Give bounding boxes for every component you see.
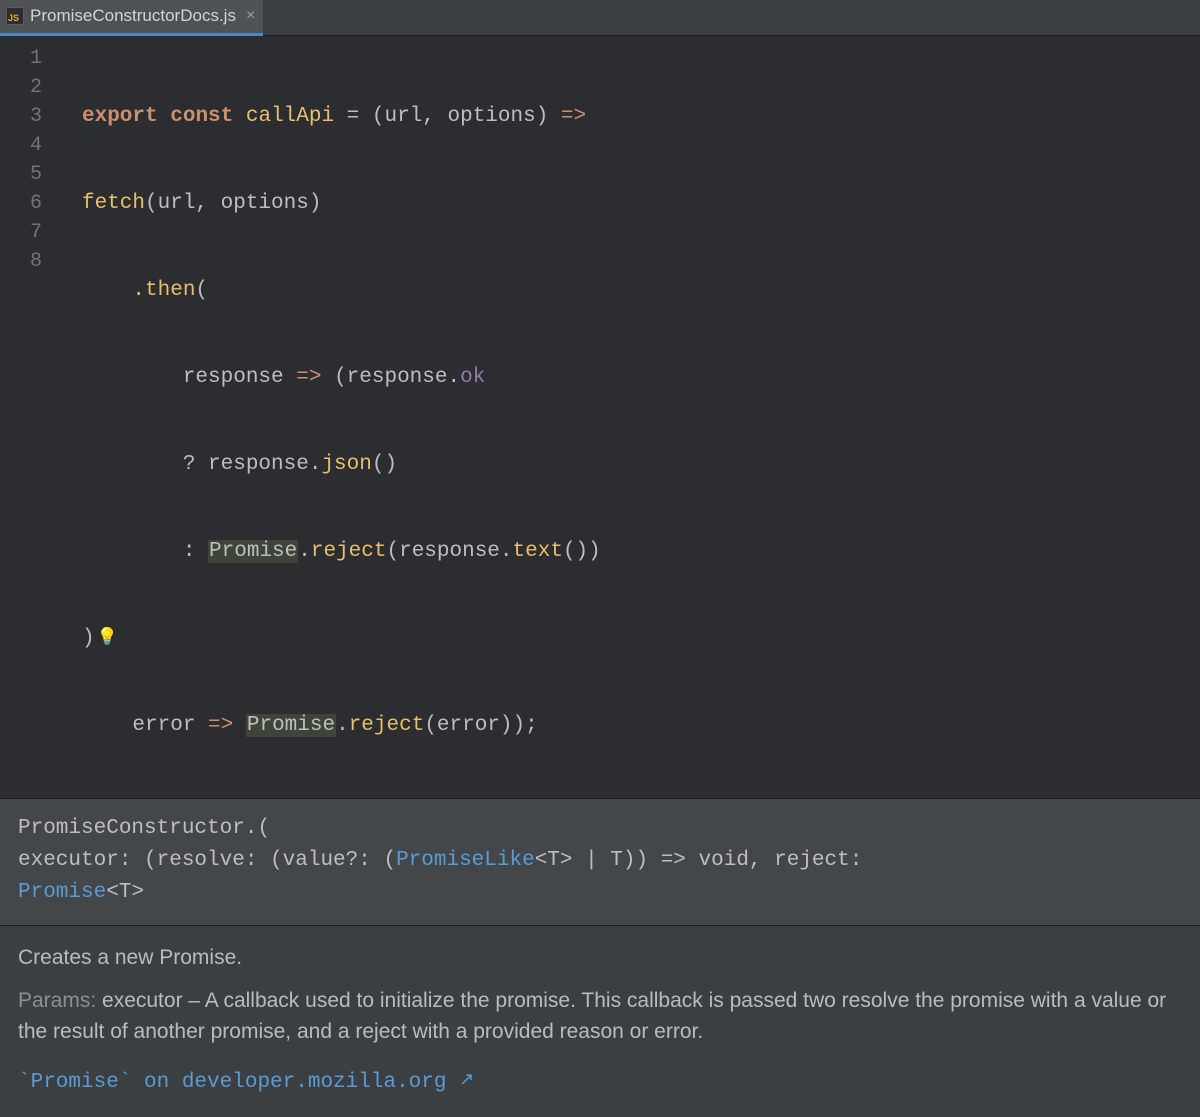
params-label: Params: — [18, 989, 96, 1012]
intention-bulb-icon[interactable]: 💡 — [97, 624, 118, 653]
type-link[interactable]: Promise — [18, 881, 106, 904]
signature-text: PromiseConstructor.( — [18, 817, 270, 840]
gutter: 1 2 3 4 5 6 7 8 — [0, 36, 52, 798]
line-number: 8 — [0, 247, 42, 276]
close-icon[interactable]: × — [246, 8, 255, 24]
type-link[interactable]: PromiseLike — [396, 849, 535, 872]
tab-bar: JS PromiseConstructorDocs.js × — [0, 0, 1200, 36]
line-number: 7 — [0, 218, 42, 247]
line-number: 6 — [0, 189, 42, 218]
line-number: 4 — [0, 131, 42, 160]
doc-summary: Creates a new Promise. — [18, 942, 1182, 973]
code-content[interactable]: export const callApi = (url, options) =>… — [52, 36, 601, 798]
tab-filename: PromiseConstructorDocs.js — [30, 6, 236, 26]
editor[interactable]: 1 2 3 4 5 6 7 8 export const callApi = (… — [0, 36, 1200, 798]
js-file-icon: JS — [6, 7, 24, 25]
file-tab[interactable]: JS PromiseConstructorDocs.js × — [0, 0, 263, 36]
external-link[interactable]: `Promise` on developer.mozilla.org ↗ — [18, 1071, 474, 1094]
external-link-icon: ↗ — [459, 1066, 474, 1097]
line-number: 5 — [0, 160, 42, 189]
quick-doc-popup: Creates a new Promise. Params: executor … — [0, 926, 1200, 1117]
parameter-info-popup: PromiseConstructor.( executor: (resolve:… — [0, 798, 1200, 926]
line-number: 3 — [0, 102, 42, 131]
line-number: 2 — [0, 73, 42, 102]
line-number: 1 — [0, 44, 42, 73]
signature-text: executor: (resolve: (value?: ( — [18, 849, 396, 872]
param-description: executor – A callback used to initialize… — [18, 989, 1166, 1043]
